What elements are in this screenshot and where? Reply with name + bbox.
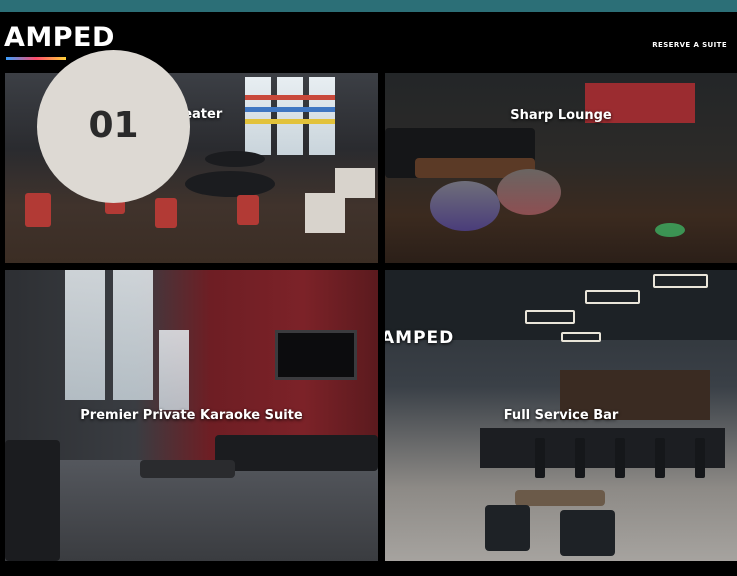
neon-light <box>561 332 601 342</box>
neon-light <box>585 290 640 304</box>
window <box>309 77 335 155</box>
tile-sharp-lounge[interactable]: Sharp Lounge <box>385 73 737 263</box>
ottoman <box>430 181 500 231</box>
bar-stool <box>535 438 545 478</box>
tile-full-service-bar[interactable]: AMPED Full Service Bar <box>385 270 737 561</box>
table <box>515 490 605 506</box>
bar-stool <box>695 438 705 478</box>
window <box>113 270 153 400</box>
bar-stool <box>655 438 665 478</box>
neon-light <box>653 274 708 288</box>
top-teal-strip <box>0 0 737 12</box>
slide-number: 01 <box>88 105 139 146</box>
floor-light <box>655 223 685 237</box>
chair <box>25 193 51 227</box>
chair <box>560 510 615 556</box>
ottoman <box>497 169 561 215</box>
couch <box>215 435 378 471</box>
reserve-a-suite-link[interactable]: RESERVE A SUITE <box>652 41 727 49</box>
site-logo[interactable]: AMPED <box>4 22 115 53</box>
bar-stool <box>575 438 585 478</box>
neon-light <box>525 310 575 324</box>
bar-stool <box>615 438 625 478</box>
tv-screen <box>275 330 357 380</box>
window <box>159 330 189 410</box>
cushion-block <box>305 193 345 233</box>
couch <box>5 440 60 561</box>
bar-wall-sign: AMPED <box>385 328 455 348</box>
tile-karaoke-suite[interactable]: Premier Private Karaoke Suite <box>5 270 378 561</box>
chair <box>485 505 530 551</box>
table <box>185 171 275 197</box>
logo-underline <box>6 57 66 60</box>
coffee-table <box>140 460 235 478</box>
cushion-block <box>335 168 375 198</box>
chair <box>155 198 177 228</box>
bar-counter <box>480 428 725 468</box>
tile-title: Full Service Bar <box>503 408 619 423</box>
wall-stripe <box>245 95 335 100</box>
window <box>65 270 105 400</box>
tile-title: Premier Private Karaoke Suite <box>80 408 303 423</box>
tile-title: Sharp Lounge <box>510 108 612 123</box>
slide-number-badge: 01 <box>37 50 190 203</box>
chair <box>237 195 259 225</box>
table <box>205 151 265 167</box>
